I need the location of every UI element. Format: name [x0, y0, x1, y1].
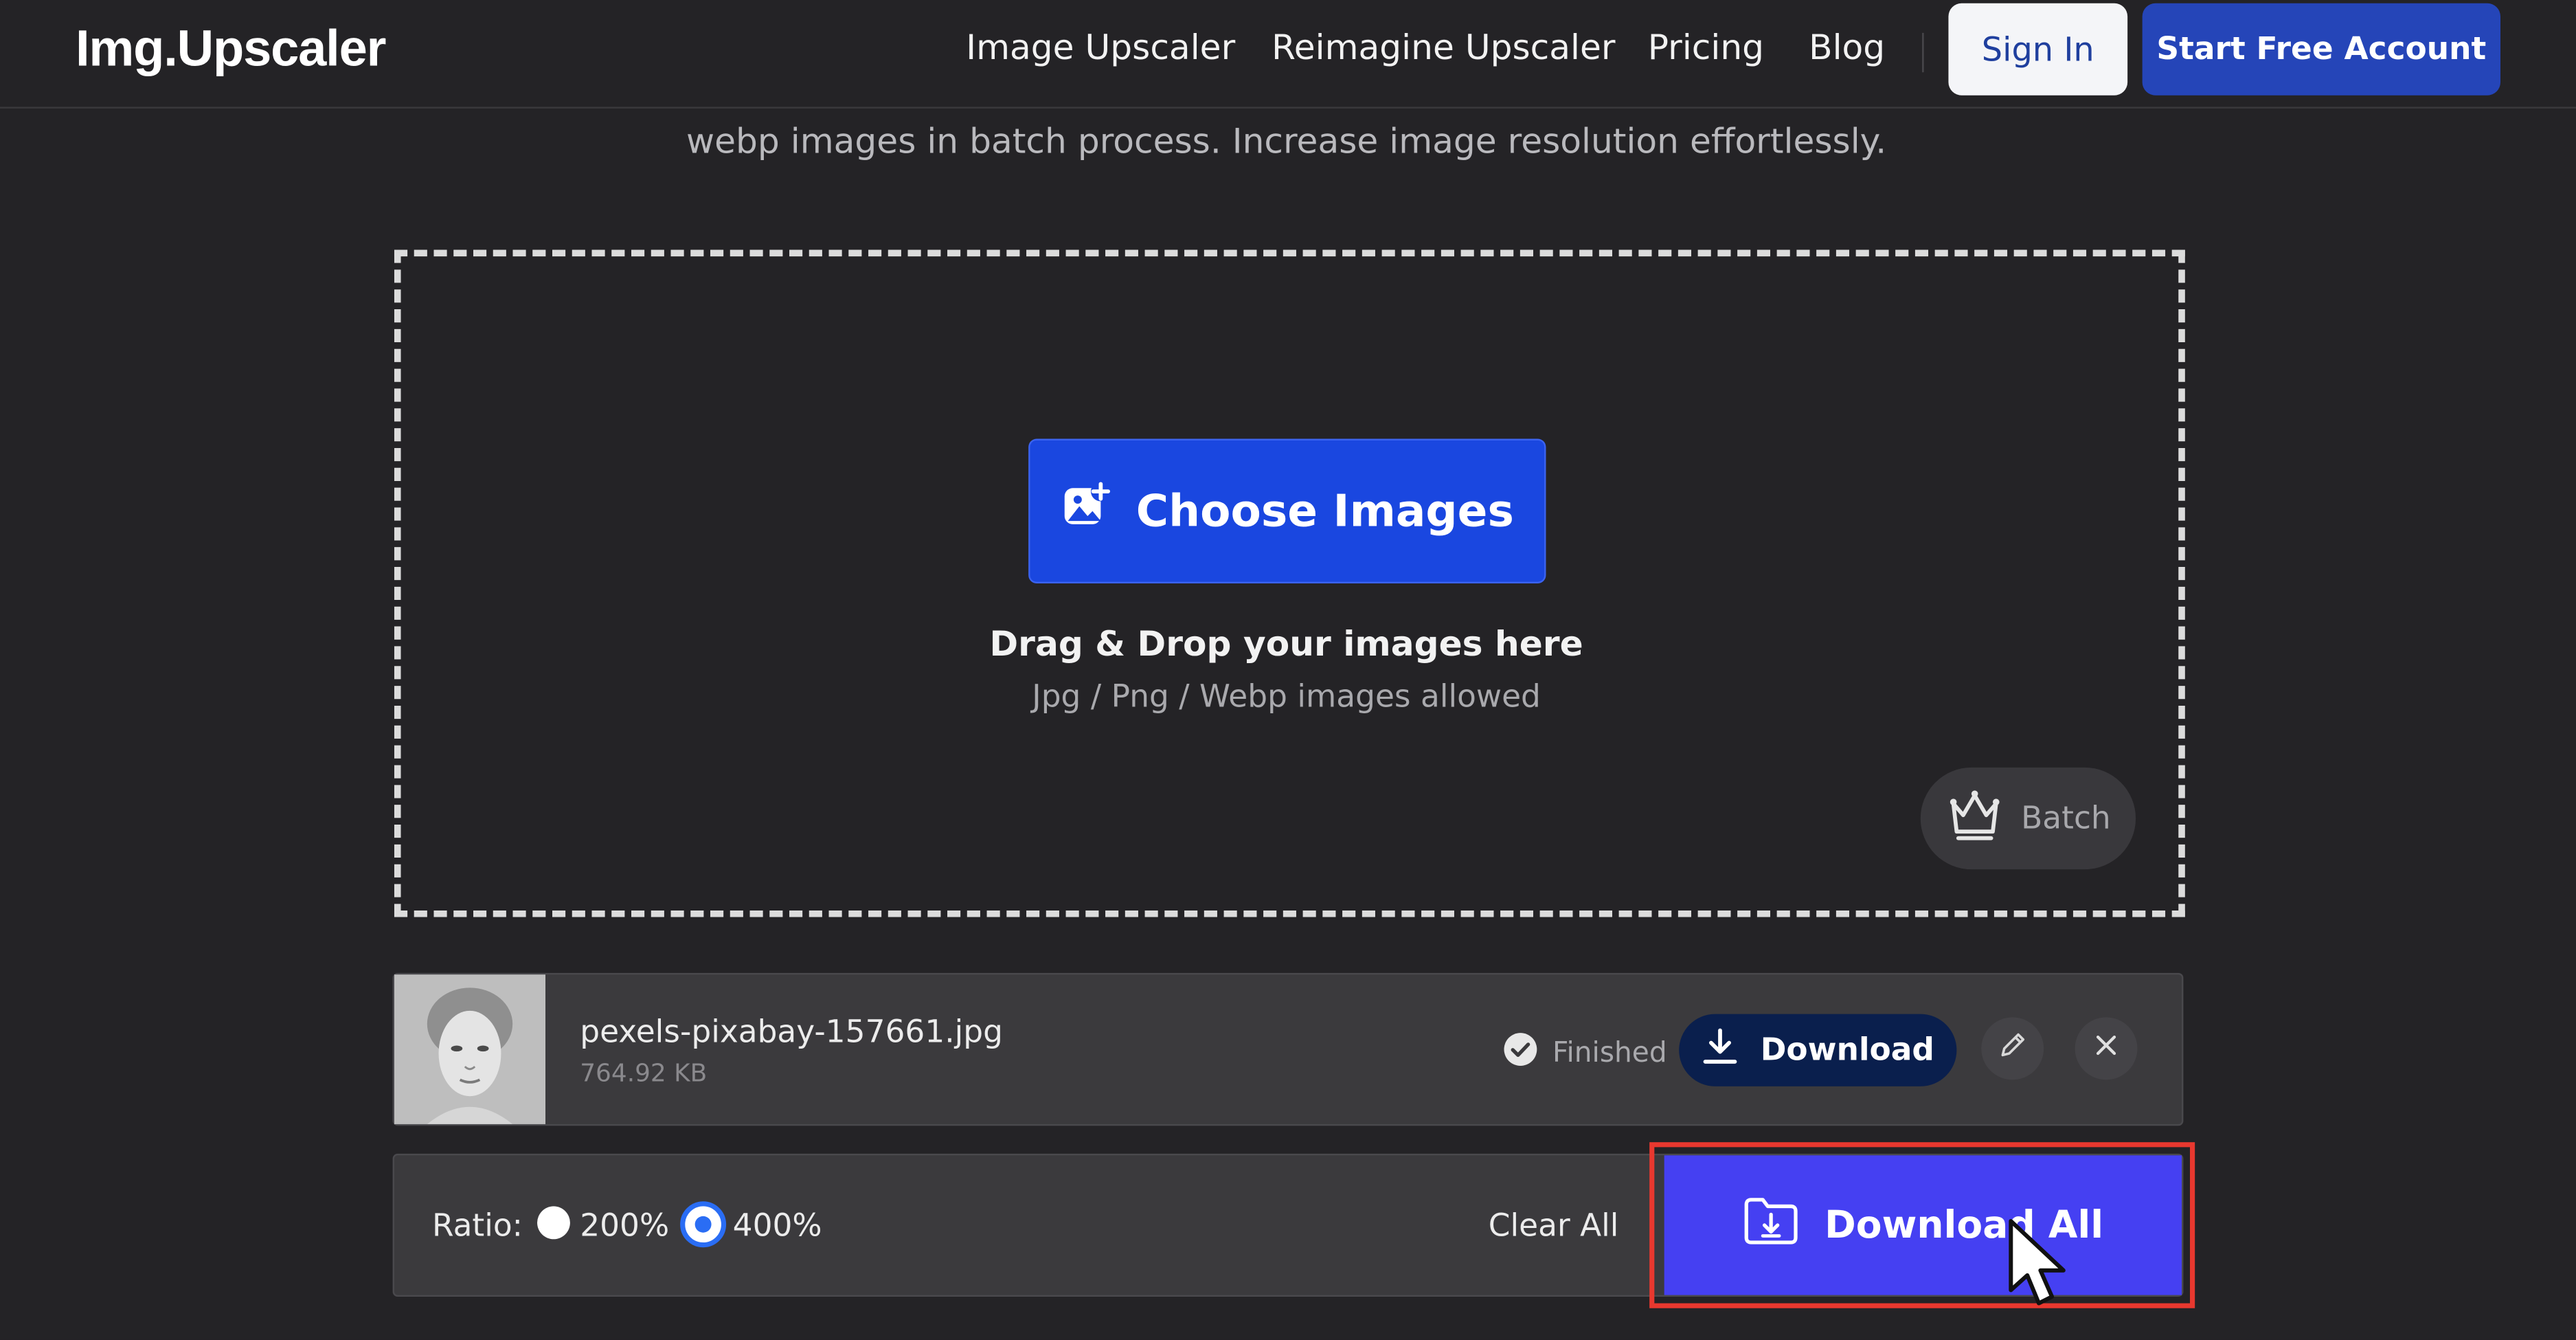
remove-file-button[interactable] [2075, 1017, 2138, 1080]
file-size: 764.92 KB [580, 1058, 708, 1088]
close-icon [2093, 1032, 2119, 1065]
app-root: Img.Upscaler Image Upscaler Reimagine Up… [0, 0, 2576, 1340]
image-drop-zone[interactable] [394, 249, 2185, 917]
allowed-formats-text: Jpg / Png / Webp images allowed [1032, 678, 1541, 715]
drag-drop-title: Drag & Drop your images here [989, 624, 1583, 665]
nav-blog[interactable]: Blog [1809, 28, 1885, 67]
top-navbar: Img.Upscaler Image Upscaler Reimagine Up… [0, 0, 2576, 109]
file-thumbnail [394, 974, 546, 1124]
start-free-account-button[interactable]: Start Free Account [2142, 3, 2501, 96]
nav-reimagine-upscaler[interactable]: Reimagine Upscaler [1272, 28, 1615, 67]
download-label: Download [1760, 1031, 1934, 1069]
nav-divider [1922, 32, 1924, 73]
file-status: Finished [1503, 1032, 1667, 1075]
check-circle-icon [1503, 1032, 1537, 1075]
ratio-200-radio[interactable] [537, 1206, 570, 1240]
ratio-400-label[interactable]: 400% [733, 1208, 822, 1244]
sign-in-button[interactable]: Sign In [1948, 3, 2128, 96]
batch-label: Batch [2021, 800, 2111, 837]
choose-images-button[interactable]: Choose Images [1030, 440, 1545, 582]
file-name: pexels-pixabay-157661.jpg [580, 1014, 1003, 1051]
start-free-account-label: Start Free Account [2156, 31, 2487, 68]
sign-in-label: Sign In [1981, 30, 2094, 69]
pencil-icon [1998, 1031, 2027, 1067]
ratio-400-radio[interactable] [680, 1201, 727, 1248]
ratio-label: Ratio: [431, 1207, 523, 1244]
nav-image-upscaler[interactable]: Image Upscaler [966, 28, 1235, 67]
site-logo[interactable]: Img.Upscaler [76, 20, 386, 79]
nav-pricing[interactable]: Pricing [1648, 28, 1764, 67]
crown-icon [1945, 786, 2004, 850]
edit-button[interactable] [1981, 1017, 2044, 1080]
file-status-text: Finished [1552, 1037, 1667, 1070]
choose-images-label: Choose Images [1136, 485, 1514, 537]
batch-button[interactable]: Batch [1920, 767, 2136, 870]
uploaded-file-row: pexels-pixabay-157661.jpg 764.92 KB Fini… [392, 972, 2184, 1126]
download-all-highlight [1649, 1142, 2195, 1308]
clear-all-button[interactable]: Clear All [1489, 1208, 1619, 1244]
mouse-cursor-icon [2008, 1218, 2074, 1316]
intro-text: webp images in batch process. Increase i… [686, 121, 1887, 161]
download-button[interactable]: Download [1679, 1014, 1957, 1086]
download-icon [1702, 1027, 1738, 1074]
image-add-icon [1061, 479, 1114, 543]
ratio-200-label[interactable]: 200% [580, 1208, 669, 1244]
